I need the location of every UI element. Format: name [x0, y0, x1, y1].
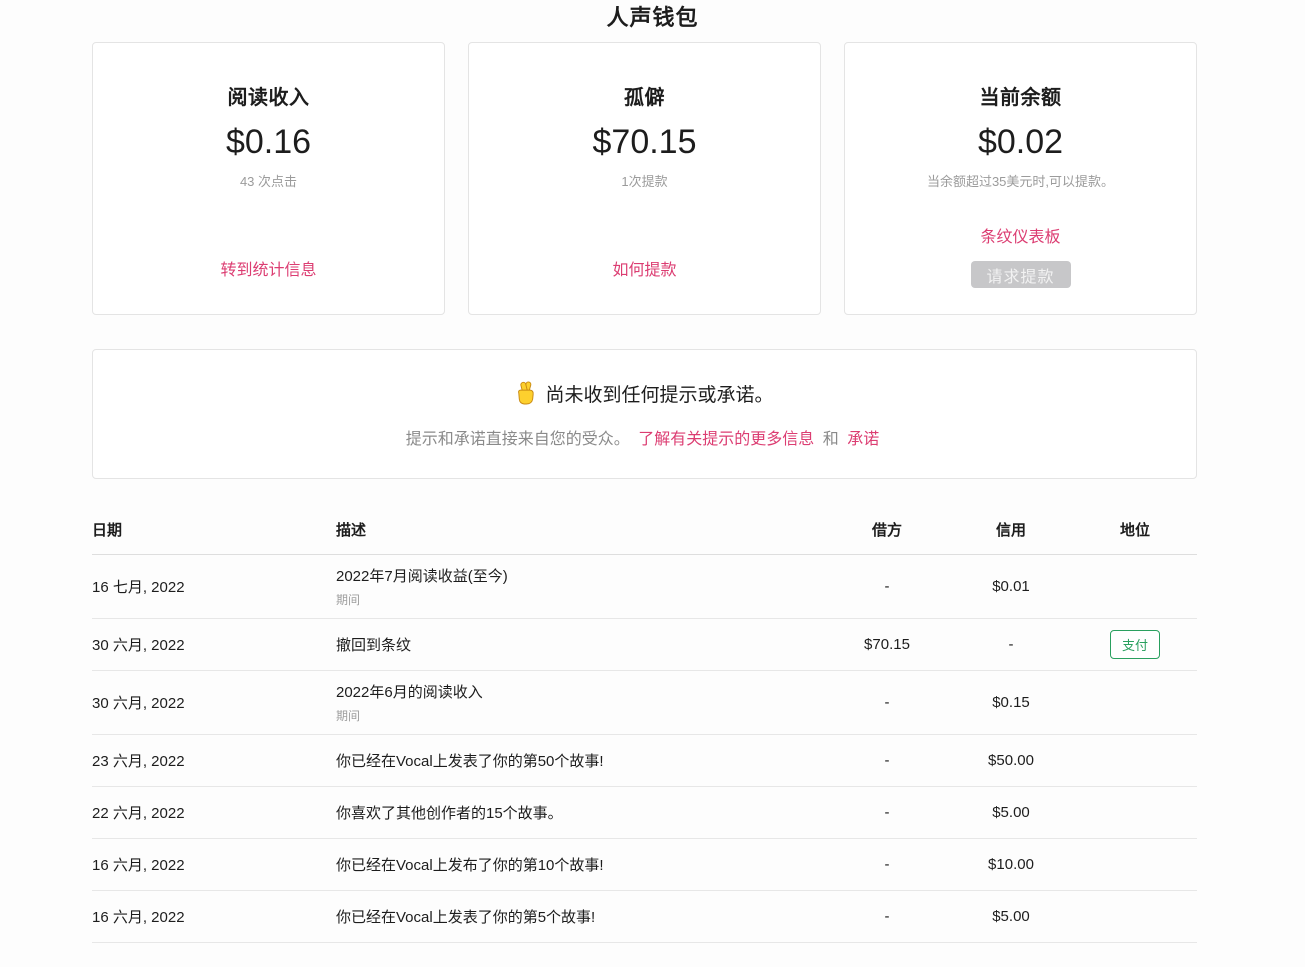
row-credit: $10.00: [949, 856, 1073, 873]
request-withdrawal-button[interactable]: 请求提款: [971, 261, 1071, 288]
row-description: 你已经在Vocal上发布了你的第10个故事!: [336, 854, 825, 875]
header-credit: 信用: [949, 519, 1073, 540]
reading-earnings-card: 阅读收入 $0.16 43 次点击 转到统计信息: [92, 42, 445, 315]
row-debit: -: [825, 752, 949, 769]
table-row: 16 六月, 2022 你已经在Vocal上发表了你的第5个故事! - $5.0…: [92, 891, 1197, 943]
status-badge: 支付: [1110, 630, 1160, 659]
table-row: 30 六月, 2022 2022年6月的阅读收入 期间 - $0.15: [92, 671, 1197, 735]
row-credit: -: [949, 636, 1073, 653]
row-period-label: 期间: [336, 591, 825, 608]
row-description-text: 你已经在Vocal上发布了你的第10个故事!: [336, 854, 825, 875]
table-row: 16 七月, 2022 2022年7月阅读收益(至今) 期间 - $0.01: [92, 555, 1197, 619]
current-balance-card: 当前余额 $0.02 当余额超过35美元时,可以提款。 条纹仪表板 请求提款: [844, 42, 1197, 315]
banner-heading-text: 尚未收到任何提示或承诺。: [545, 380, 773, 407]
transactions-body: 16 七月, 2022 2022年7月阅读收益(至今) 期间 - $0.01 3…: [92, 555, 1197, 943]
pledges-link[interactable]: 承诺: [847, 431, 879, 448]
row-date: 16 六月, 2022: [92, 854, 336, 875]
row-debit: -: [825, 694, 949, 711]
stripe-dashboard-link[interactable]: 条纹仪表板: [980, 223, 1060, 247]
row-description-text: 2022年7月阅读收益(至今): [336, 565, 825, 586]
row-date: 16 七月, 2022: [92, 576, 336, 597]
banner-heading: 尚未收到任何提示或承诺。: [515, 380, 773, 407]
row-credit: $0.01: [949, 578, 1073, 595]
header-status: 地位: [1073, 519, 1197, 540]
row-credit: $0.15: [949, 694, 1073, 711]
row-description: 你已经在Vocal上发表了你的第50个故事!: [336, 750, 825, 771]
card-caption: 当余额超过35美元时,可以提款。: [927, 171, 1114, 190]
page-title: 人声钱包: [0, 3, 1305, 33]
row-description-text: 你已经在Vocal上发表了你的第5个故事!: [336, 906, 825, 927]
row-description: 2022年7月阅读收益(至今) 期间: [336, 565, 825, 608]
card-caption: 1次提款: [621, 171, 667, 190]
withdrawn-card: 孤僻 $70.15 1次提款 如何提款: [468, 42, 821, 315]
header-date: 日期: [92, 519, 336, 540]
how-to-withdraw-link[interactable]: 如何提款: [612, 256, 676, 280]
row-description-text: 撤回到条纹: [336, 634, 825, 655]
row-description: 你已经在Vocal上发表了你的第5个故事!: [336, 906, 825, 927]
summary-cards: 阅读收入 $0.16 43 次点击 转到统计信息 孤僻 $70.15 1次提款 …: [92, 42, 1197, 315]
content-container: 阅读收入 $0.16 43 次点击 转到统计信息 孤僻 $70.15 1次提款 …: [92, 42, 1197, 943]
row-debit: -: [825, 804, 949, 821]
card-title: 阅读收入: [228, 81, 310, 110]
card-title: 孤僻: [624, 81, 665, 110]
row-credit: $5.00: [949, 804, 1073, 821]
tips-banner: 尚未收到任何提示或承诺。 提示和承诺直接来自您的受众。 了解有关提示的更多信息 …: [92, 349, 1197, 479]
row-date: 16 六月, 2022: [92, 906, 336, 927]
table-header-row: 日期 描述 借方 信用 地位: [92, 505, 1197, 555]
row-description-text: 你喜欢了其他创作者的15个故事。: [336, 802, 825, 823]
header-description: 描述: [336, 519, 825, 540]
card-amount: $0.16: [226, 123, 311, 162]
header-debit: 借方: [825, 519, 949, 540]
card-title: 当前余额: [980, 81, 1062, 110]
row-debit: -: [825, 908, 949, 925]
row-credit: $50.00: [949, 752, 1073, 769]
go-to-stats-link[interactable]: 转到统计信息: [220, 256, 316, 280]
learn-more-tips-link[interactable]: 了解有关提示的更多信息: [638, 431, 814, 448]
card-caption: 43 次点击: [240, 171, 297, 190]
row-date: 22 六月, 2022: [92, 802, 336, 823]
card-amount: $0.02: [978, 123, 1063, 162]
table-row: 22 六月, 2022 你喜欢了其他创作者的15个故事。 - $5.00: [92, 787, 1197, 839]
row-date: 30 六月, 2022: [92, 692, 336, 713]
wallet-page: 人声钱包 阅读收入 $0.16 43 次点击 转到统计信息 孤僻 $70.15 …: [0, 0, 1305, 967]
banner-subtext-body: 提示和承诺直接来自您的受众。: [406, 431, 630, 448]
row-description-text: 你已经在Vocal上发表了你的第50个故事!: [336, 750, 825, 771]
table-row: 30 六月, 2022 撤回到条纹 $70.15 - 支付: [92, 619, 1197, 671]
row-date: 30 六月, 2022: [92, 634, 336, 655]
row-credit: $5.00: [949, 908, 1073, 925]
card-amount: $70.15: [593, 123, 697, 162]
crossed-fingers-icon: [515, 381, 536, 405]
table-row: 23 六月, 2022 你已经在Vocal上发表了你的第50个故事! - $50…: [92, 735, 1197, 787]
row-period-label: 期间: [336, 707, 825, 724]
row-date: 23 六月, 2022: [92, 750, 336, 771]
row-description: 2022年6月的阅读收入 期间: [336, 681, 825, 724]
row-description: 你喜欢了其他创作者的15个故事。: [336, 802, 825, 823]
row-description-text: 2022年6月的阅读收入: [336, 681, 825, 702]
row-debit: -: [825, 856, 949, 873]
transactions-table: 日期 描述 借方 信用 地位 16 七月, 2022 2022年7月阅读收益(至…: [92, 505, 1197, 943]
row-debit: -: [825, 578, 949, 595]
row-description: 撤回到条纹: [336, 634, 825, 655]
banner-connector: 和: [823, 431, 839, 448]
row-status: 支付: [1073, 630, 1197, 659]
row-debit: $70.15: [825, 636, 949, 653]
banner-subtext: 提示和承诺直接来自您的受众。 了解有关提示的更多信息 和 承诺: [406, 425, 883, 449]
table-row: 16 六月, 2022 你已经在Vocal上发布了你的第10个故事! - $10…: [92, 839, 1197, 891]
